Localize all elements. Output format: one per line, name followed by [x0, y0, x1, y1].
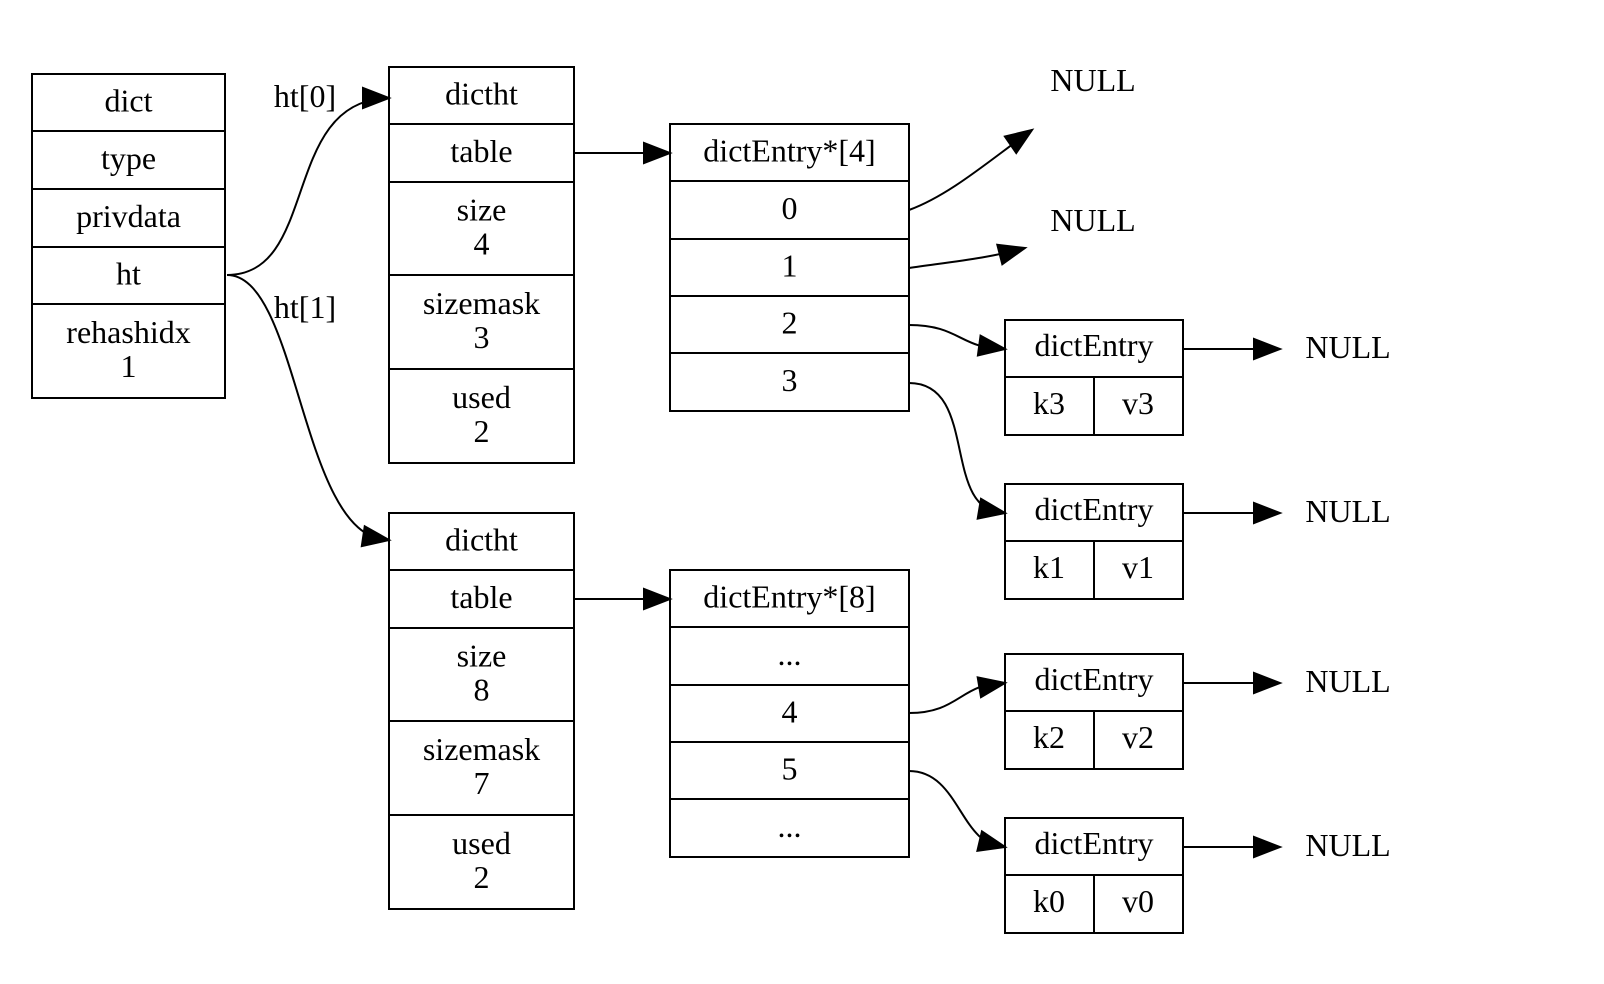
table-0-field: 3 — [782, 362, 798, 398]
arrowhead-icon — [976, 829, 1008, 853]
bucket1-pointer — [908, 243, 1028, 269]
table-1-field: dictEntry*[8] — [703, 579, 875, 615]
table-1-field: 4 — [782, 694, 798, 730]
dictht-1-field: table — [450, 579, 512, 615]
table-0: dictEntry*[4] 0 1 2 3 — [669, 123, 910, 412]
arrowhead-icon — [362, 86, 392, 110]
edge-line — [908, 382, 1006, 514]
arrowhead-icon — [360, 524, 392, 548]
arrowhead-icon — [1253, 835, 1283, 859]
ht1-label: ht[1] — [274, 289, 336, 325]
null-label: NULL — [1305, 663, 1390, 699]
dict-entry-key: k2 — [1033, 719, 1065, 755]
redis-dict-diagram: dicttypeprivdatahtrehashidx 1dicthttables… — [31, 62, 1391, 934]
ht0-label: ht[0] — [274, 78, 336, 114]
table-1-field: ... — [778, 636, 802, 672]
table0-pointer — [574, 141, 673, 165]
arrowhead-icon — [976, 497, 1008, 520]
table-1-field: ... — [778, 808, 802, 844]
dict-entry-key: k3 — [1033, 385, 1065, 421]
dict-entry: dictEntry k3 v3 — [1004, 319, 1184, 436]
next-pointer — [1183, 671, 1283, 695]
table-0-field: 1 — [782, 248, 798, 284]
dict-entry: dictEntry k0 v0 — [1004, 817, 1184, 934]
dict-entry-title: dictEntry — [1034, 825, 1153, 861]
dictht-1: dicthttablesize 8sizemask 7used 2 — [388, 512, 575, 910]
dictht-0: dicthttablesize 4sizemask 3used 2 — [388, 66, 575, 464]
dictht-0-field: dictht — [445, 76, 518, 112]
dict-struct-field: ht — [116, 256, 141, 292]
dict-struct-field: privdata — [76, 198, 181, 234]
ht0-pointer — [226, 86, 392, 276]
next-pointer — [1183, 501, 1283, 525]
arrowhead-icon — [1253, 501, 1283, 525]
null-label: NULL — [1305, 827, 1390, 863]
dict-struct-field: type — [101, 140, 156, 176]
table1-pointer — [574, 587, 673, 611]
edge-line — [226, 97, 390, 276]
edge-line — [908, 770, 1006, 848]
null-label: NULL — [1305, 493, 1390, 529]
table-0-field: 0 — [782, 190, 798, 226]
bucket3-pointer — [908, 382, 1008, 520]
null-label: NULL — [1305, 329, 1390, 365]
arrowhead-icon — [643, 587, 673, 611]
null-label: NULL — [1050, 202, 1135, 238]
bucket2-pointer — [908, 324, 1008, 357]
dict-struct: dicttypeprivdatahtrehashidx 1 — [31, 73, 226, 399]
dict-entry-title: dictEntry — [1034, 327, 1153, 363]
arrowhead-icon — [995, 243, 1028, 266]
dict-entry-value: v1 — [1122, 549, 1154, 585]
arrowhead-icon — [1003, 128, 1035, 155]
dict-entry-value: v3 — [1122, 385, 1154, 421]
dict-entry-key: k0 — [1033, 883, 1065, 919]
arrowhead-icon — [976, 334, 1008, 357]
next-pointer — [1183, 835, 1283, 859]
dict-entry-title: dictEntry — [1034, 661, 1153, 697]
next-pointer — [1183, 337, 1283, 361]
bucket4-pointer — [908, 676, 1008, 714]
dict-entry-key: k1 — [1033, 549, 1065, 585]
bucket5-pointer — [908, 770, 1008, 853]
table-0-field: 2 — [782, 305, 798, 341]
arrowhead-icon — [976, 676, 1008, 699]
arrowhead-icon — [643, 141, 673, 165]
arrowhead-icon — [1253, 337, 1283, 361]
dictht-1-field: dictht — [445, 522, 518, 558]
table-0-field: dictEntry*[4] — [703, 133, 875, 169]
table-1: dictEntry*[8]... 4 5... — [669, 569, 910, 858]
null-label: NULL — [1050, 62, 1135, 98]
dict-entry: dictEntry k2 v2 — [1004, 653, 1184, 770]
dict-entry-value: v2 — [1122, 719, 1154, 755]
bucket0-pointer — [908, 128, 1035, 211]
dict-struct-field: dict — [105, 83, 153, 119]
dict-entry-value: v0 — [1122, 883, 1154, 919]
dict-entry: dictEntry k1 v1 — [1004, 483, 1184, 600]
table-1-field: 5 — [782, 751, 798, 787]
arrowhead-icon — [1253, 671, 1283, 695]
dictht-0-field: table — [450, 133, 512, 169]
dict-entry-title: dictEntry — [1034, 491, 1153, 527]
